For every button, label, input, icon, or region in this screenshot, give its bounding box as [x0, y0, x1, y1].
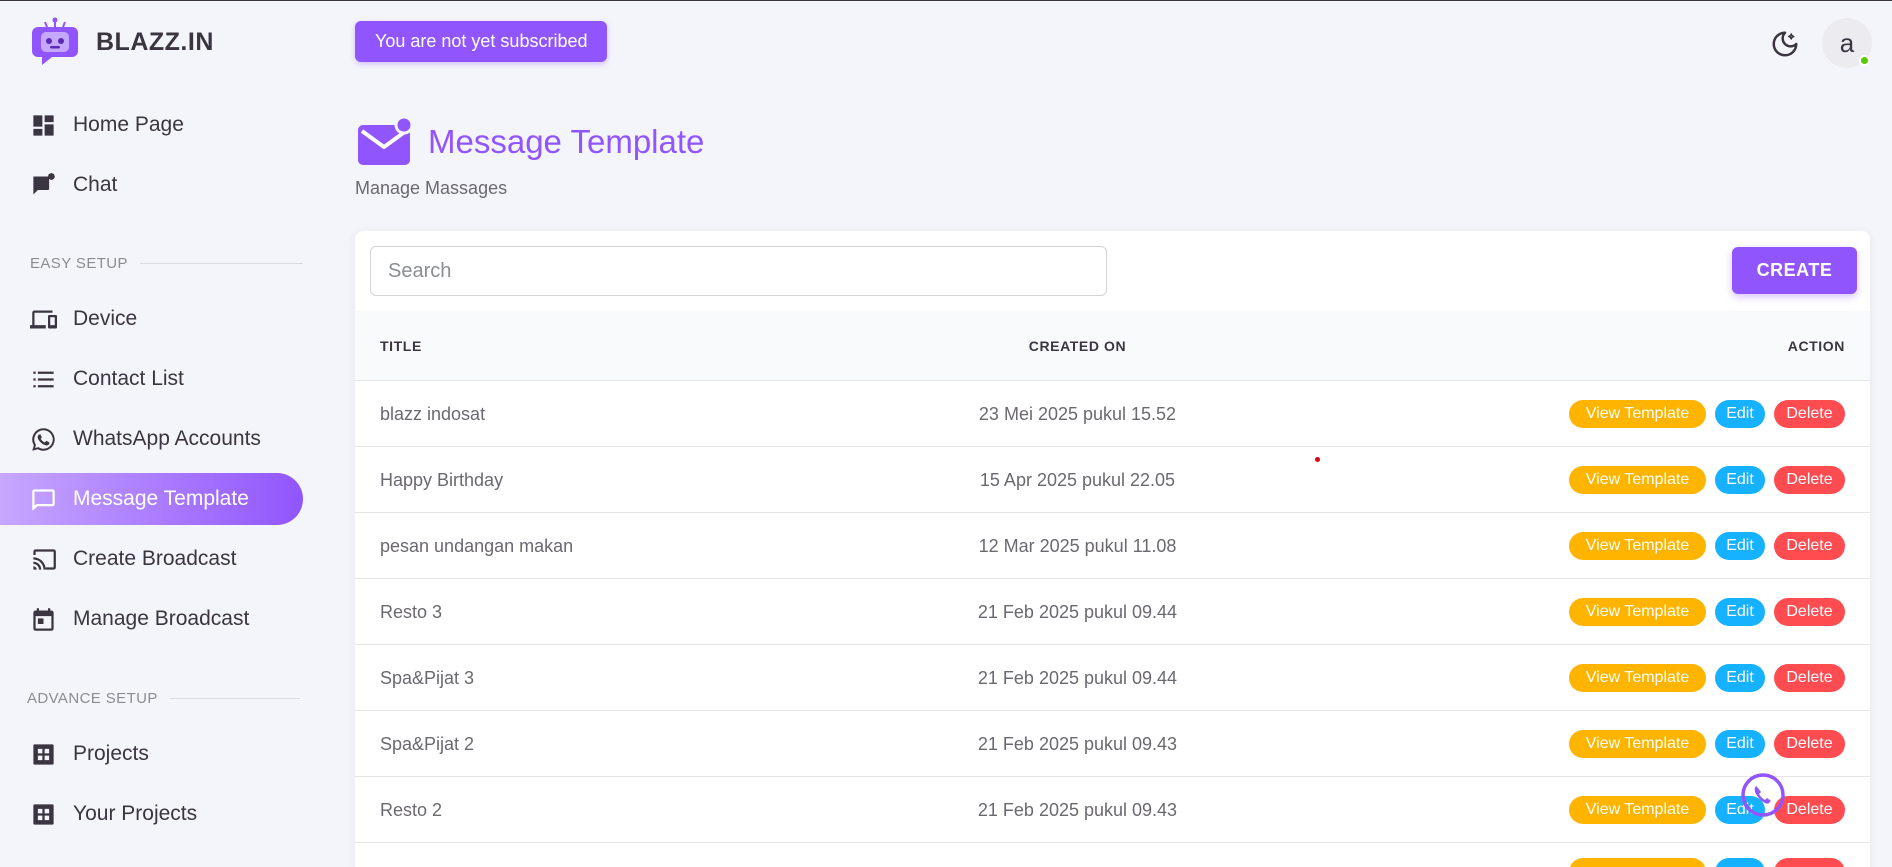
- devices-icon: [30, 310, 57, 328]
- robot-logo-icon: [32, 17, 78, 65]
- brand[interactable]: BLAZZ.IN: [30, 17, 214, 67]
- apps-icon: [33, 743, 54, 765]
- sidebar-item-label: Message Template: [73, 487, 249, 510]
- view-template-button[interactable]: View Template: [1569, 466, 1706, 494]
- view-template-button[interactable]: View Template: [1569, 532, 1706, 560]
- row-created-on: 21 Feb 2025 pukul 09.44: [977, 601, 1178, 622]
- delete-button[interactable]: Delete: [1774, 400, 1845, 428]
- table-row: Spa&Pijat 3 21 Feb 2025 pukul 09.44 View…: [355, 645, 1870, 711]
- edit-button[interactable]: Edit: [1715, 598, 1765, 626]
- row-title: pesan undangan makan: [380, 535, 574, 556]
- chat-icon: [33, 172, 55, 194]
- edit-button[interactable]: Edit: [1715, 466, 1765, 494]
- sidebar-item-label: Home Page: [73, 113, 184, 136]
- subscription-badge[interactable]: You are not yet subscribed: [355, 21, 608, 62]
- table-row: Resto 3 21 Feb 2025 pukul 09.44 View Tem…: [355, 579, 1870, 645]
- row-title: Happy Birthday: [380, 469, 504, 490]
- table-row: Spa&Pijat 2 21 Feb 2025 pukul 09.43 View…: [355, 711, 1870, 777]
- row-created-on: [935, 843, 1220, 867]
- delete-button[interactable]: Delete: [1774, 664, 1845, 692]
- edit-button[interactable]: Edit: [1715, 400, 1765, 428]
- edit-button[interactable]: Edit: [1715, 730, 1765, 758]
- sidebar-item-label: Create Broadcast: [73, 547, 237, 570]
- whatsapp-float-icon[interactable]: [1740, 772, 1786, 818]
- column-header-created-on: CREATED ON: [1028, 338, 1127, 354]
- sidebar-item-label: Device: [73, 307, 138, 330]
- row-created-on: 21 Feb 2025 pukul 09.44: [977, 667, 1178, 688]
- row-title: Resto 2: [380, 799, 443, 820]
- edit-button[interactable]: Edit: [1715, 532, 1765, 560]
- row-created-on: 21 Feb 2025 pukul 09.43: [977, 733, 1178, 754]
- row-created-on: 21 Feb 2025 pukul 09.43: [977, 799, 1178, 820]
- column-header-title: TITLE: [380, 338, 422, 354]
- row-created-on: 15 Apr 2025 pukul 22.05: [979, 469, 1176, 490]
- cursor-marker: [1315, 457, 1320, 462]
- mail-notification-icon: [358, 117, 414, 165]
- page-subtitle: Manage Massages: [355, 178, 508, 198]
- sidebar-item-projects[interactable]: Projects: [0, 728, 303, 780]
- table-row: pesan undangan makan 12 Mar 2025 pukul 1…: [355, 513, 1870, 579]
- row-created-on: 12 Mar 2025 pukul 11.08: [978, 535, 1177, 556]
- sidebar-item-create-broadcast[interactable]: Create Broadcast: [0, 533, 303, 585]
- delete-button[interactable]: Delete: [1774, 598, 1845, 626]
- delete-button[interactable]: Delete: [1774, 466, 1845, 494]
- section-label-easy-setup: EASY SETUP: [30, 255, 303, 272]
- sidebar-item-label: Projects: [73, 742, 149, 765]
- table-row: [355, 843, 1870, 867]
- sidebar-item-your-projects[interactable]: Your Projects: [0, 788, 303, 840]
- cast-icon: [33, 548, 56, 570]
- sidebar-item-whatsapp-accounts[interactable]: WhatsApp Accounts: [0, 413, 303, 465]
- delete-button[interactable]: [1774, 858, 1845, 867]
- sidebar-item-contact-list[interactable]: Contact List: [0, 353, 303, 405]
- template-table-card: CREATE TITLE CREATED ON ACTION blazz ind…: [355, 231, 1870, 867]
- view-template-button[interactable]: [1569, 858, 1706, 867]
- delete-button[interactable]: Delete: [1774, 532, 1845, 560]
- sidebar: BLAZZ.IN Home Page Chat EASY SETUP Devic…: [0, 1, 310, 867]
- row-title: Spa&Pijat 3: [380, 667, 475, 688]
- dashboard-icon: [33, 114, 54, 136]
- whatsapp-icon: [32, 427, 55, 451]
- dark-mode-toggle-icon[interactable]: [1770, 29, 1800, 59]
- apps-icon: [33, 803, 54, 825]
- sidebar-item-message-template[interactable]: Message Template: [0, 473, 303, 525]
- online-status-dot: [1859, 55, 1870, 66]
- view-template-button[interactable]: View Template: [1569, 598, 1706, 626]
- section-label-advance-setup: ADVANCE SETUP: [27, 690, 300, 707]
- sidebar-item-chat[interactable]: Chat: [0, 159, 303, 211]
- create-button[interactable]: CREATE: [1732, 247, 1857, 294]
- row-title: Resto 3: [380, 601, 443, 622]
- edit-button[interactable]: [1715, 858, 1765, 867]
- list-icon: [33, 371, 54, 387]
- table-row: blazz indosat 23 Mei 2025 pukul 15.52 Vi…: [355, 381, 1870, 447]
- column-header-action: ACTION: [1787, 338, 1845, 354]
- sidebar-item-label: WhatsApp Accounts: [73, 427, 261, 450]
- sidebar-item-label: Chat: [73, 173, 118, 196]
- message-icon: [32, 488, 55, 511]
- sidebar-item-home-page[interactable]: Home Page: [0, 99, 303, 151]
- view-template-button[interactable]: View Template: [1569, 730, 1706, 758]
- row-title: blazz indosat: [380, 403, 486, 424]
- delete-button[interactable]: Delete: [1774, 730, 1845, 758]
- search-input[interactable]: [370, 246, 1107, 296]
- table-row: Resto 2 21 Feb 2025 pukul 09.43 View Tem…: [355, 777, 1870, 843]
- view-template-button[interactable]: View Template: [1569, 664, 1706, 692]
- sidebar-item-device[interactable]: Device: [0, 293, 303, 345]
- table-row: Happy Birthday 15 Apr 2025 pukul 22.05 V…: [355, 447, 1870, 513]
- row-created-on: 23 Mei 2025 pukul 15.52: [978, 403, 1177, 424]
- sidebar-item-manage-broadcast[interactable]: Manage Broadcast: [0, 593, 303, 645]
- sidebar-item-label: Manage Broadcast: [73, 607, 250, 630]
- brand-name: BLAZZ.IN: [96, 27, 214, 56]
- row-title: Spa&Pijat 2: [380, 733, 475, 754]
- sidebar-item-label: Contact List: [73, 367, 184, 390]
- calendar-icon: [33, 607, 54, 631]
- sidebar-item-label: Your Projects: [73, 802, 198, 825]
- view-template-button[interactable]: View Template: [1569, 796, 1706, 824]
- page-title: Message Template: [428, 123, 705, 160]
- table-header: TITLE CREATED ON ACTION: [355, 311, 1870, 381]
- view-template-button[interactable]: View Template: [1569, 400, 1706, 428]
- edit-button[interactable]: Edit: [1715, 664, 1765, 692]
